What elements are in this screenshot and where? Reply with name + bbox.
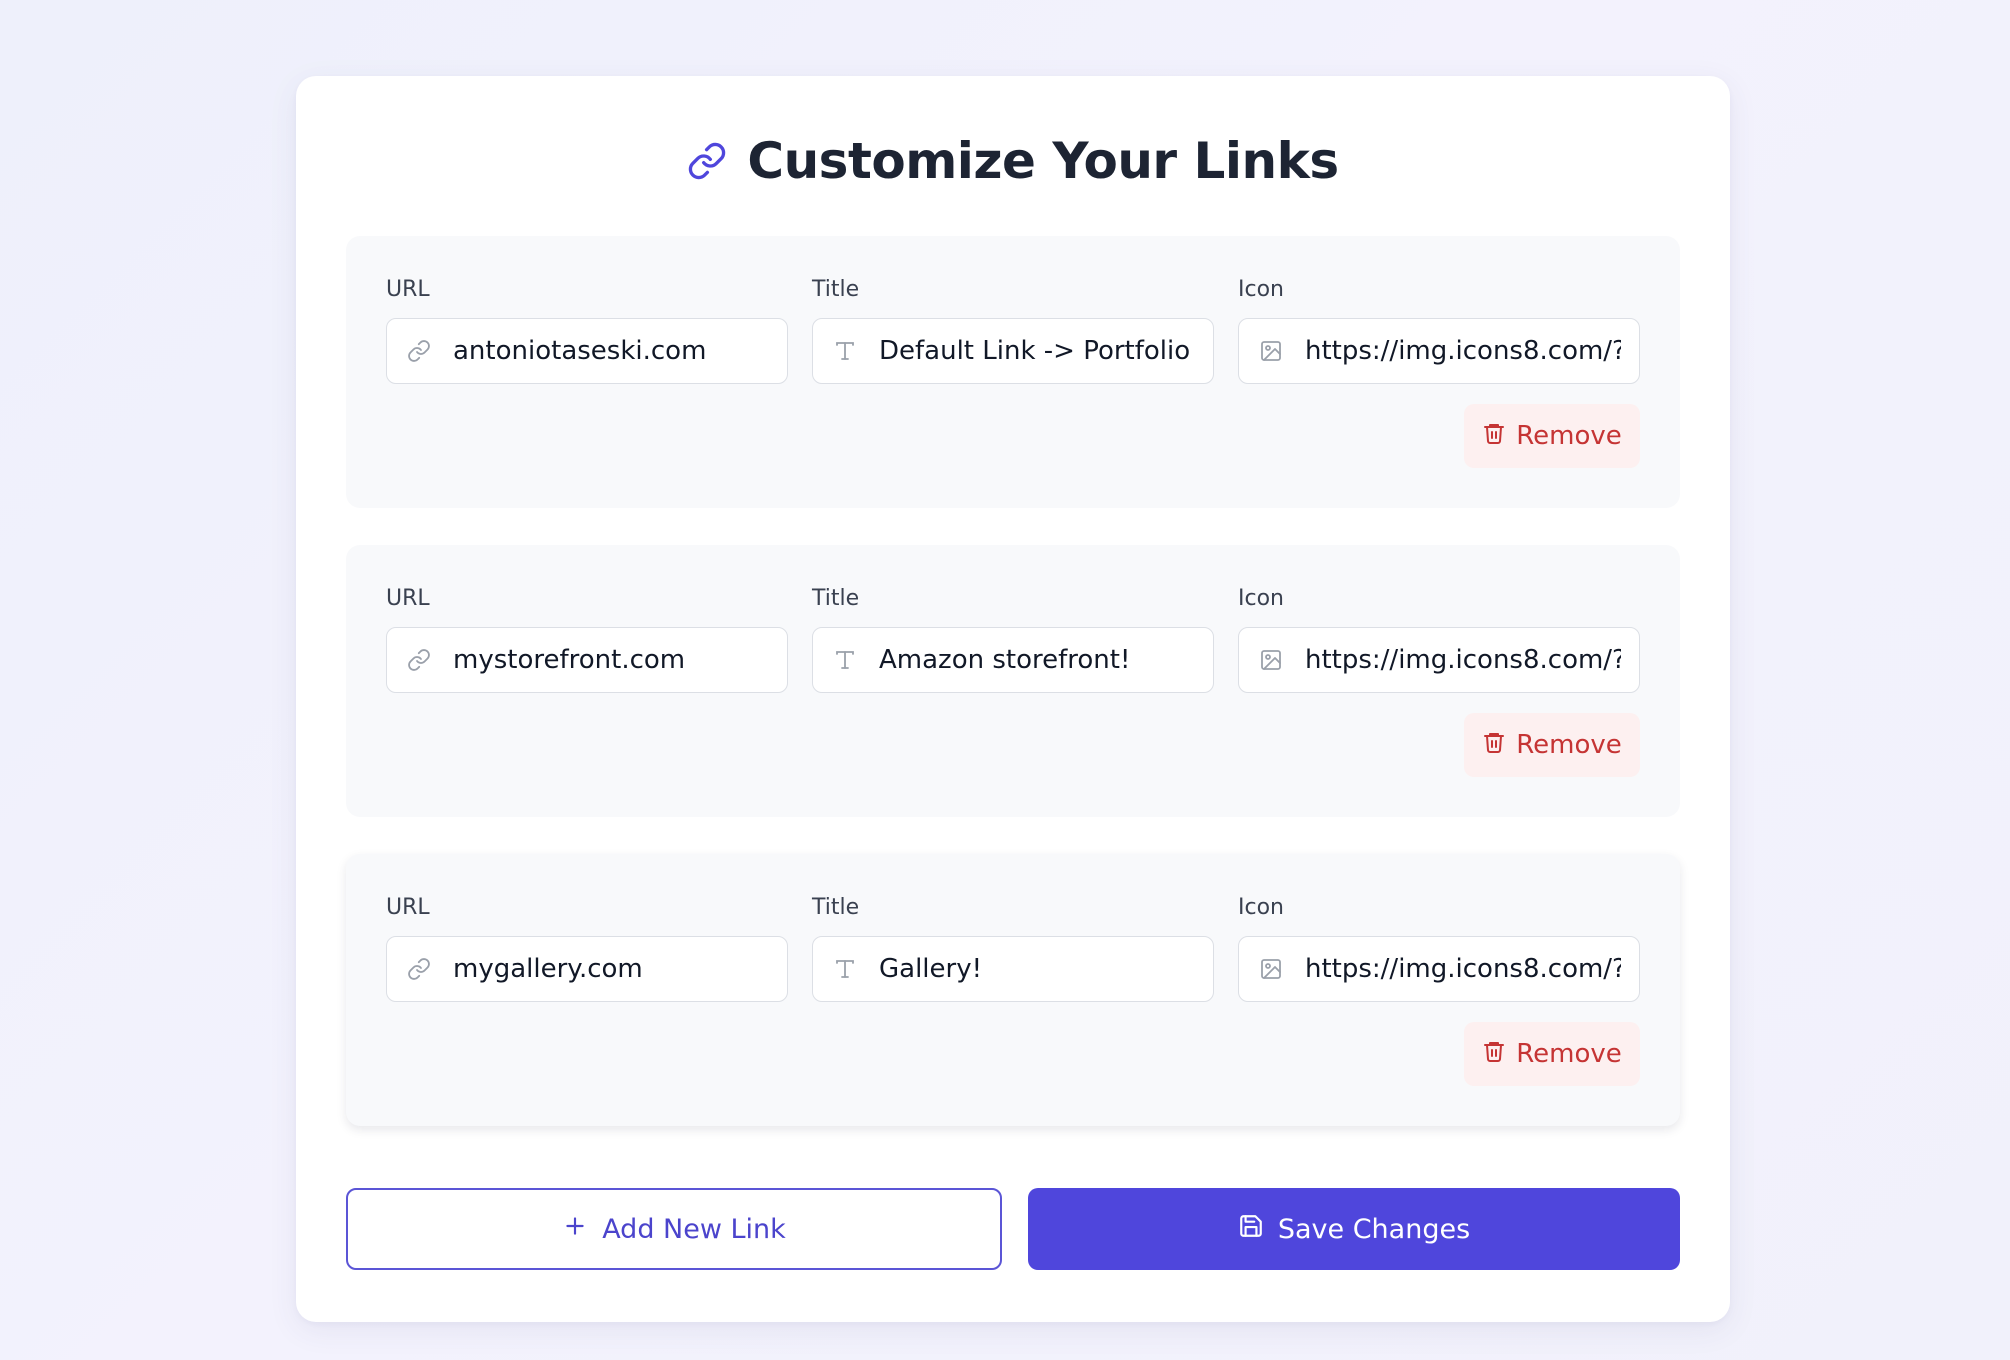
url-label: URL xyxy=(386,895,430,920)
icon-field: Icon https://img.icons8.com/? xyxy=(1238,585,1640,693)
link-icon xyxy=(405,646,433,674)
add-link-button[interactable]: Add New Link xyxy=(346,1188,1002,1270)
url-value: mystorefront.com xyxy=(453,645,686,675)
floppy-disk-icon xyxy=(1238,1213,1264,1246)
remove-label: Remove xyxy=(1516,730,1622,760)
icon-field: Icon https://img.icons8.com/? xyxy=(1238,894,1640,1002)
title-value: Default Link -> Portfolio xyxy=(879,336,1191,366)
icon-url-input[interactable]: https://img.icons8.com/? xyxy=(1238,627,1640,693)
image-icon xyxy=(1257,337,1285,365)
icon-url-value: https://img.icons8.com/? xyxy=(1305,954,1621,984)
url-input[interactable]: mygallery.com xyxy=(386,936,788,1002)
save-changes-label: Save Changes xyxy=(1277,1213,1471,1245)
link-icon xyxy=(687,141,727,181)
page-header: Customize Your Links xyxy=(296,124,1730,198)
url-field: URL antoniotaseski.com xyxy=(386,276,788,384)
trash-icon xyxy=(1482,730,1506,761)
link-icon xyxy=(405,337,433,365)
text-icon xyxy=(831,337,859,365)
trash-icon xyxy=(1482,421,1506,452)
title-value: Gallery! xyxy=(879,954,983,984)
remove-label: Remove xyxy=(1516,1039,1622,1069)
link-item: URL mystorefront.com Title Amazon storef… xyxy=(346,545,1680,817)
plus-icon xyxy=(562,1213,588,1246)
link-icon xyxy=(405,955,433,983)
icon-label: Icon xyxy=(1238,895,1284,920)
add-link-label: Add New Link xyxy=(602,1213,786,1245)
url-input[interactable]: antoniotaseski.com xyxy=(386,318,788,384)
title-input[interactable]: Gallery! xyxy=(812,936,1214,1002)
remove-button[interactable]: Remove xyxy=(1464,1022,1640,1086)
url-label: URL xyxy=(386,277,430,302)
title-input[interactable]: Amazon storefront! xyxy=(812,627,1214,693)
title-field: Title Gallery! xyxy=(812,894,1214,1002)
title-label: Title xyxy=(812,277,860,302)
icon-label: Icon xyxy=(1238,277,1284,302)
title-field: Title Amazon storefront! xyxy=(812,585,1214,693)
url-input[interactable]: mystorefront.com xyxy=(386,627,788,693)
remove-button[interactable]: Remove xyxy=(1464,404,1640,468)
icon-field: Icon https://img.icons8.com/? xyxy=(1238,276,1640,384)
trash-icon xyxy=(1482,1039,1506,1070)
links-editor-card: Customize Your Links URL antoniotaseski.… xyxy=(296,76,1730,1322)
save-changes-button[interactable]: Save Changes xyxy=(1028,1188,1680,1270)
icon-url-input[interactable]: https://img.icons8.com/? xyxy=(1238,318,1640,384)
url-value: mygallery.com xyxy=(453,954,643,984)
title-value: Amazon storefront! xyxy=(879,645,1131,675)
image-icon xyxy=(1257,955,1285,983)
page-title: Customize Your Links xyxy=(747,132,1339,190)
link-item: URL mygallery.com Title Gallery! Icon ht… xyxy=(346,854,1680,1126)
remove-button[interactable]: Remove xyxy=(1464,713,1640,777)
url-label: URL xyxy=(386,586,430,611)
url-field: URL mystorefront.com xyxy=(386,585,788,693)
icon-url-value: https://img.icons8.com/? xyxy=(1305,336,1621,366)
url-value: antoniotaseski.com xyxy=(453,336,707,366)
icon-url-input[interactable]: https://img.icons8.com/? xyxy=(1238,936,1640,1002)
text-icon xyxy=(831,646,859,674)
url-field: URL mygallery.com xyxy=(386,894,788,1002)
title-field: Title Default Link -> Portfolio xyxy=(812,276,1214,384)
icon-url-value: https://img.icons8.com/? xyxy=(1305,645,1621,675)
icon-label: Icon xyxy=(1238,586,1284,611)
remove-label: Remove xyxy=(1516,421,1622,451)
title-input[interactable]: Default Link -> Portfolio xyxy=(812,318,1214,384)
link-item: URL antoniotaseski.com Title Default Lin… xyxy=(346,236,1680,508)
title-label: Title xyxy=(812,895,860,920)
text-icon xyxy=(831,955,859,983)
title-label: Title xyxy=(812,586,860,611)
image-icon xyxy=(1257,646,1285,674)
